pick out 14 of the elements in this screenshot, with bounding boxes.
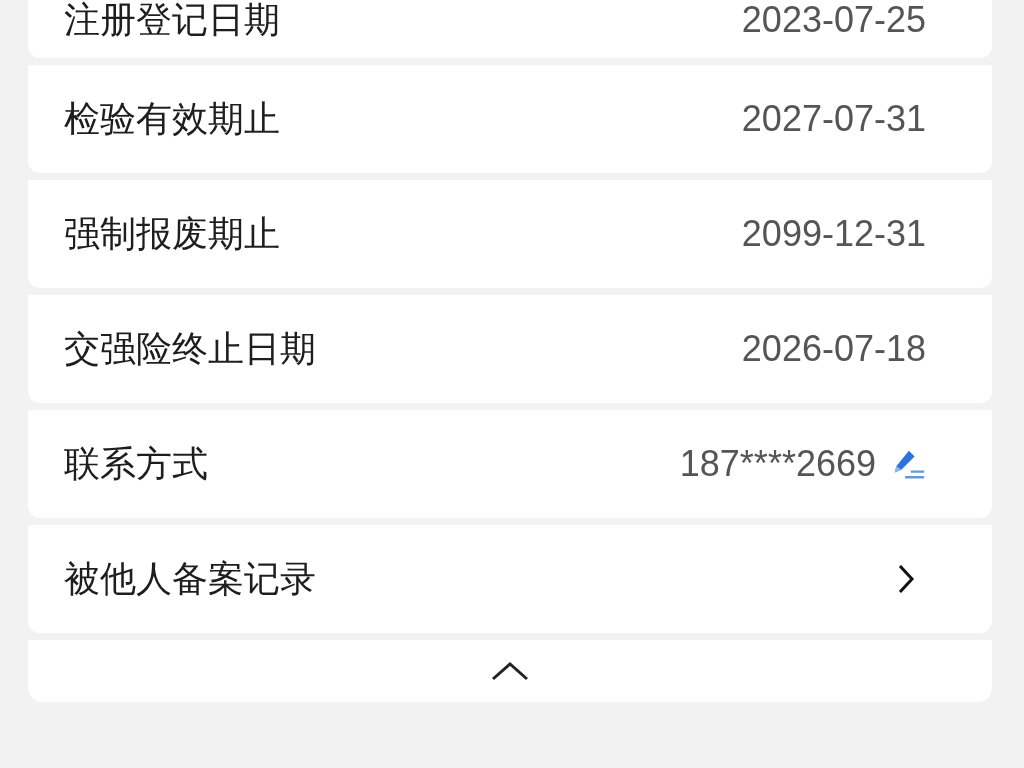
row-label: 注册登记日期: [64, 0, 280, 40]
row-label: 被他人备案记录: [64, 556, 316, 601]
row-value: 2026-07-18: [741, 328, 926, 370]
row-label: 联系方式: [64, 441, 208, 486]
row-value: 2027-07-31: [741, 98, 926, 140]
row-value: 2023-07-25: [741, 0, 926, 40]
row-label: 交强险终止日期: [64, 326, 316, 371]
row-value: 187****2669: [679, 443, 876, 485]
row-label: 强制报废期止: [64, 211, 280, 256]
row-label: 检验有效期止: [64, 96, 280, 141]
info-row[interactable]: 被他人备案记录: [28, 525, 992, 633]
chevron-right-icon[interactable]: [896, 563, 916, 595]
chevron-up-icon[interactable]: [490, 660, 530, 682]
row-value: 2099-12-31: [741, 213, 926, 255]
